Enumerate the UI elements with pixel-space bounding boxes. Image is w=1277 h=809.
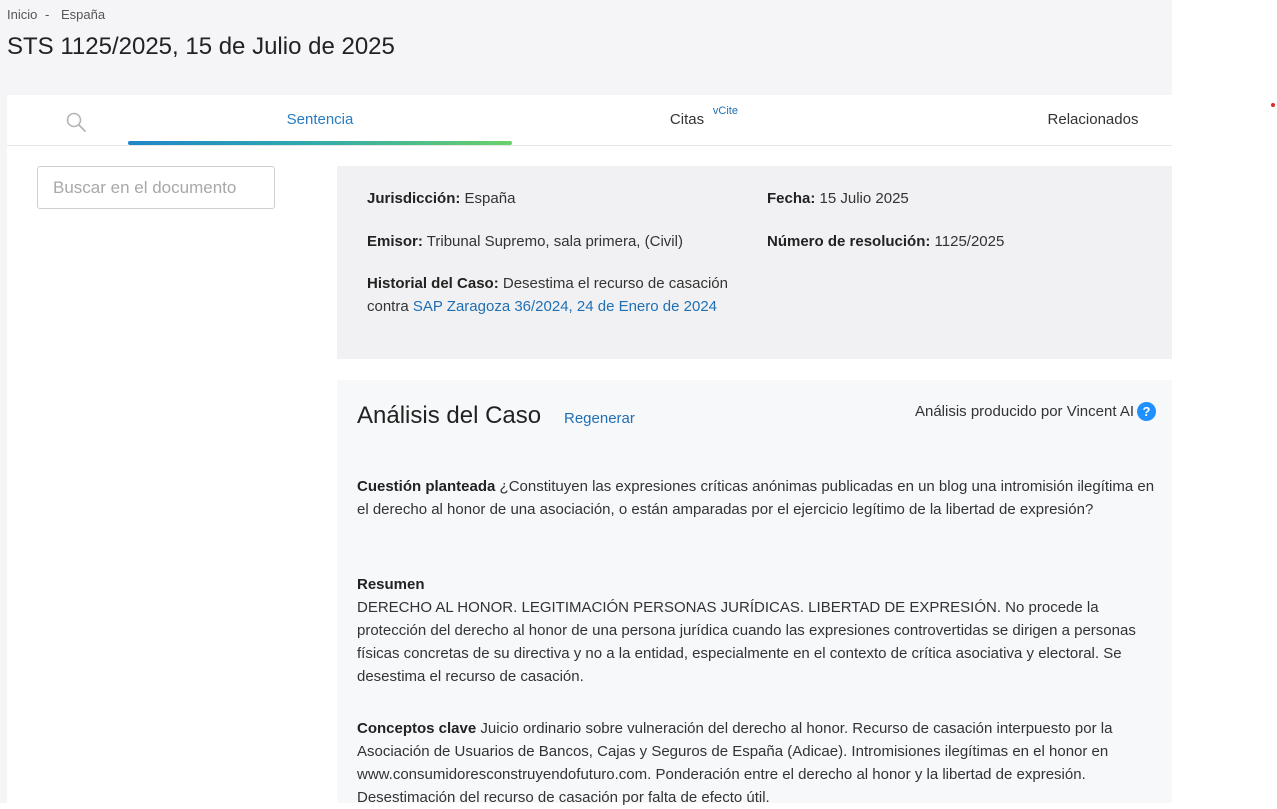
meta-numero-label: Número de resolución: [767, 233, 931, 250]
meta-historial-link[interactable]: SAP Zaragoza 36/2024, 24 de Enero de 202… [413, 298, 717, 315]
meta-fecha-value: 15 Julio 2025 [819, 190, 909, 207]
document-search-input[interactable] [37, 166, 275, 209]
meta-fecha: Fecha: 15 Julio 2025 [767, 187, 909, 210]
meta-jurisdiccion-value: España [464, 190, 516, 207]
resumen: Resumen DERECHO AL HONOR. LEGITIMACIÓN P… [357, 573, 1157, 688]
tab-bar: Sentencia Citas vCite Relacionados [7, 95, 1172, 146]
page-title: STS 1125/2025, 15 de Julio de 2025 [7, 33, 395, 60]
tab-relacionados[interactable]: Relacionados [1037, 95, 1149, 145]
vcite-badge: vCite [712, 105, 738, 117]
conceptos-clave: Conceptos clave Juicio ordinario sobre v… [357, 717, 1157, 809]
meta-emisor: Emisor: Tribunal Supremo, sala primera, … [367, 230, 683, 253]
meta-jurisdiccion: Jurisdicción: España [367, 187, 515, 210]
meta-emisor-value: Tribunal Supremo, sala primera, (Civil) [426, 233, 683, 250]
meta-fecha-label: Fecha: [767, 190, 816, 207]
resumen-text: DERECHO AL HONOR. LEGITIMACIÓN PERSONAS … [357, 599, 1136, 685]
breadcrumb-current[interactable]: España [61, 7, 105, 22]
meta-numero-value: 1125/2025 [934, 233, 1005, 250]
meta-numero-resolucion: Número de resolución: 1125/2025 [767, 230, 1004, 253]
meta-historial-label: Historial del Caso: [367, 275, 499, 292]
breadcrumb-home-link[interactable]: Inicio [7, 7, 37, 22]
cuestion-label: Cuestión planteada [357, 478, 496, 495]
produced-by-text: Análisis producido por Vincent AI [914, 403, 1134, 420]
meta-historial: Historial del Caso: Desestima el recurso… [367, 272, 752, 318]
tab-citas-label: Citas [669, 111, 705, 128]
tab-citas[interactable]: Citas vCite [647, 95, 738, 145]
analysis-title: Análisis del Caso [357, 402, 542, 429]
breadcrumb-separator: - [44, 7, 50, 22]
search-icon[interactable] [65, 111, 87, 133]
tab-sentencia[interactable]: Sentencia [128, 95, 512, 145]
help-icon[interactable]: ? [1137, 402, 1156, 421]
meta-jurisdiccion-label: Jurisdicción: [367, 190, 461, 207]
case-analysis-panel: Análisis del Caso Regenerar Análisis pro… [337, 380, 1172, 806]
breadcrumb: Inicio - España [7, 7, 105, 22]
tab-relacionados-label: Relacionados [1047, 111, 1139, 128]
tab-sentencia-label: Sentencia [286, 111, 354, 128]
conceptos-label: Conceptos clave [357, 720, 477, 737]
resumen-label: Resumen [357, 576, 425, 593]
meta-emisor-label: Emisor: [367, 233, 423, 250]
status-dot [1271, 103, 1275, 107]
case-metadata-panel: Jurisdicción: España Fecha: 15 Julio 202… [337, 166, 1172, 359]
tab-active-underline [128, 141, 512, 145]
cuestion-planteada: Cuestión planteada ¿Constituyen las expr… [357, 475, 1157, 521]
regenerate-button[interactable]: Regenerar [564, 410, 635, 427]
